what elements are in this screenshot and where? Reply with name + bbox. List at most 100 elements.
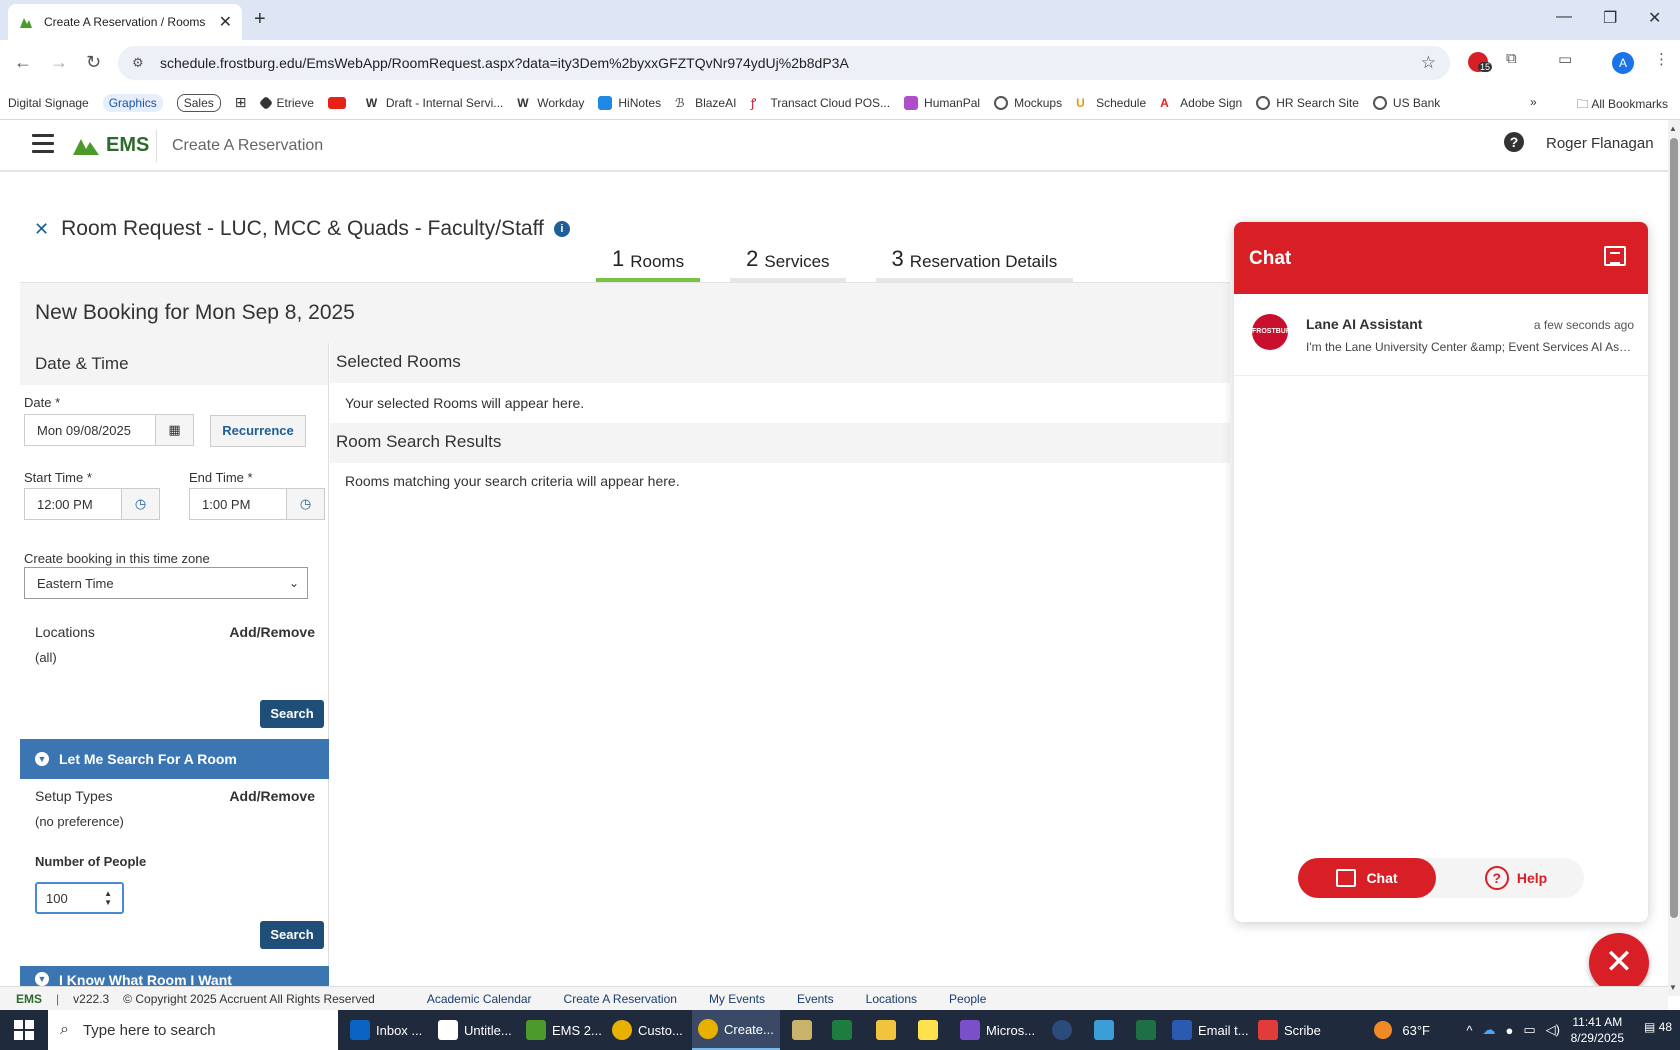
cancel-request-icon[interactable]: ✕ [34, 219, 49, 240]
step-reservation-details[interactable]: 3 Reservation Details [875, 246, 1074, 282]
help-icon[interactable]: ? [1504, 132, 1524, 152]
locations-add-remove-link[interactable]: Add/Remove [229, 624, 315, 640]
bookmark-item[interactable]: Digital Signage [8, 96, 89, 110]
bookmark-item[interactable]: HumanPal [904, 95, 980, 110]
taskbar-app-chrome[interactable]: Custo... [606, 1010, 689, 1050]
scroll-down-icon[interactable]: ▼ [1669, 983, 1677, 992]
bookmark-item[interactable]: W Draft - Internal Servi... [365, 95, 503, 110]
chrome-icon [612, 1020, 632, 1040]
sidebar-icon[interactable]: ▭ [1558, 50, 1572, 68]
scrollbar-thumb[interactable] [1670, 138, 1678, 918]
footer-link[interactable]: People [949, 992, 986, 1006]
site-info-icon[interactable]: ⚙ [132, 55, 148, 71]
weather-widget[interactable]: 63°F [1374, 1010, 1430, 1050]
apps-grid-icon[interactable]: ⊞ [235, 94, 247, 111]
end-time-field[interactable]: 1:00 PM ◷ [189, 488, 325, 520]
notification-center[interactable]: ▤ 48 [1644, 1020, 1672, 1034]
tab-close-icon[interactable]: ✕ [219, 12, 232, 32]
bookmark-item[interactable]: HR Search Site [1256, 95, 1359, 110]
hamburger-menu-icon[interactable] [32, 134, 54, 153]
footer-link[interactable]: Create A Reservation [564, 992, 677, 1006]
taskbar-pinned-app[interactable] [1046, 1010, 1084, 1050]
taskbar-pinned-app[interactable] [786, 1010, 824, 1050]
taskbar-app-chrome-active[interactable]: Create... [692, 1010, 780, 1050]
help-tab[interactable]: ? Help [1448, 858, 1584, 898]
user-menu[interactable]: Roger Flanagan [1546, 135, 1654, 152]
number-of-people-stepper[interactable]: 100 ▲ ▼ [35, 882, 124, 914]
minimize-icon[interactable]: — [1556, 8, 1572, 26]
window-close-icon[interactable]: ✕ [1648, 8, 1661, 28]
volume-icon[interactable]: ◁) [1546, 1022, 1560, 1038]
all-bookmarks-folder[interactable]: 🗀 All Bookmarks [1577, 95, 1668, 116]
chat-bubble-icon[interactable] [1604, 246, 1626, 266]
clock-icon[interactable]: ◷ [121, 489, 159, 519]
taskbar-app-ems[interactable]: EMS 2... [520, 1010, 608, 1050]
let-me-search-section[interactable]: ▼ Let Me Search For A Room [20, 739, 329, 779]
bookmark-item[interactable]: Etrieve [258, 95, 314, 110]
browser-menu-icon[interactable]: ⋮ [1654, 50, 1669, 68]
bookmark-item[interactable]: HiNotes [598, 95, 661, 110]
windows-start-icon[interactable] [14, 1020, 34, 1040]
taskbar-search[interactable]: ⌕ Type here to search [48, 1010, 338, 1050]
footer-link[interactable]: Locations [866, 992, 917, 1006]
tray-chevron-icon[interactable]: ^ [1466, 1023, 1472, 1038]
back-icon[interactable]: ← [14, 52, 32, 73]
network-icon[interactable]: ▭ [1523, 1022, 1535, 1038]
bookmark-item[interactable]: U Schedule [1076, 96, 1146, 110]
chat-conversation-item[interactable]: FROSTBURG Lane AI Assistant a few second… [1234, 294, 1648, 376]
url-bar[interactable]: ⚙ schedule.frostburg.edu/EmsWebApp/RoomR… [118, 46, 1450, 80]
restore-icon[interactable]: ❐ [1603, 8, 1617, 28]
info-icon[interactable]: i [553, 221, 570, 237]
bookmark-item[interactable]: Graphics [102, 93, 163, 112]
youtube-icon[interactable] [327, 96, 352, 109]
bookmark-item[interactable]: Sales [176, 93, 221, 112]
taskbar-file-explorer[interactable] [870, 1010, 908, 1050]
onedrive-icon[interactable]: ☁ [1483, 1022, 1496, 1038]
bookmark-item[interactable]: US Bank [1372, 95, 1440, 110]
taskbar-app-office[interactable]: Micros... [954, 1010, 1041, 1050]
extensions-puzzle-icon[interactable]: ⧉ [1506, 50, 1517, 67]
chat-tab[interactable]: Chat [1298, 858, 1436, 898]
microphone-icon[interactable]: ● [1506, 1023, 1514, 1038]
page-scrollbar[interactable]: ▲ ▼ [1668, 120, 1680, 996]
chat-close-button[interactable]: ✕ [1589, 933, 1649, 993]
taskbar-app-scribe[interactable]: Scribe [1252, 1010, 1327, 1050]
browser-tab[interactable]: Create A Reservation / Rooms ✕ [8, 4, 242, 40]
ems-logo[interactable]: EMS [72, 134, 149, 157]
taskbar-app-notepad[interactable]: Untitle... [432, 1010, 518, 1050]
bookmark-star-icon[interactable]: ☆ [1421, 53, 1436, 73]
taskbar-sticky-notes[interactable] [912, 1010, 950, 1050]
forward-icon[interactable]: → [50, 52, 68, 73]
search-button[interactable]: Search [260, 921, 324, 949]
footer-link[interactable]: Academic Calendar [427, 992, 532, 1006]
new-tab-icon[interactable]: + [254, 8, 266, 31]
step-rooms[interactable]: 1 Rooms [596, 246, 701, 282]
bookmark-item[interactable]: ℬ BlazeAI [675, 96, 736, 110]
calendar-icon[interactable]: ▦ [155, 415, 193, 445]
footer-link[interactable]: My Events [709, 992, 765, 1006]
footer-link[interactable]: Events [797, 992, 834, 1006]
bookmark-item[interactable]: A Adobe Sign [1160, 96, 1242, 110]
taskbar-pinned-app[interactable] [1088, 1010, 1126, 1050]
taskbar-app-word[interactable]: Email t... [1166, 1010, 1255, 1050]
clock[interactable]: 11:41 AM 8/29/2025 [1571, 1014, 1624, 1046]
taskbar-app-outlook[interactable]: Inbox ... [344, 1010, 428, 1050]
profile-avatar[interactable]: A [1612, 52, 1634, 74]
bookmark-item[interactable]: W Workday [517, 96, 584, 110]
taskbar-pinned-app[interactable] [826, 1010, 864, 1050]
recurrence-button[interactable]: Recurrence [210, 415, 306, 447]
timezone-select[interactable]: Eastern Time ⌄ [24, 567, 308, 599]
start-time-field[interactable]: 12:00 PM ◷ [24, 488, 160, 520]
more-bookmarks-icon[interactable]: » [1530, 95, 1537, 116]
search-button[interactable]: Search [260, 700, 324, 728]
date-field[interactable]: Mon 09/08/2025 ▦ [24, 414, 194, 446]
clock-icon[interactable]: ◷ [286, 489, 324, 519]
step-services[interactable]: 2 Services [730, 246, 846, 282]
bookmark-item[interactable]: Mockups [994, 95, 1062, 110]
reload-icon[interactable]: ↻ [86, 52, 101, 73]
setup-types-add-remove-link[interactable]: Add/Remove [229, 788, 315, 804]
taskbar-excel[interactable] [1130, 1010, 1168, 1050]
scroll-up-icon[interactable]: ▲ [1669, 124, 1677, 133]
stepper-arrows-icon[interactable]: ▲ ▼ [104, 889, 112, 907]
bookmark-item[interactable]: ꝭ Transact Cloud POS... [750, 96, 890, 110]
